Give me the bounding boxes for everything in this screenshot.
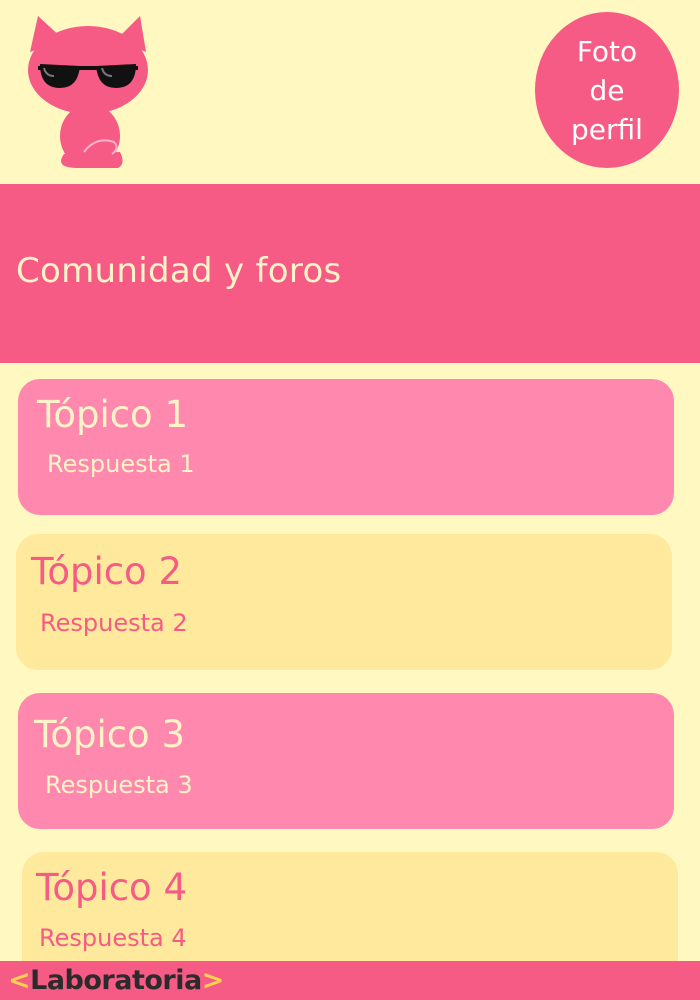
- brand-name: Laboratoria: [30, 964, 202, 996]
- cat-with-sunglasses-icon[interactable]: [24, 14, 154, 172]
- top-header: Foto de perfil: [0, 0, 700, 184]
- profile-photo-label: Foto de perfil: [571, 34, 643, 146]
- laboratoria-logo[interactable]: < Laboratoria >: [8, 962, 224, 998]
- profile-photo-button[interactable]: Foto de perfil: [535, 12, 679, 168]
- app-screen: Foto de perfil Comunidad y foros Tópico …: [0, 0, 700, 1000]
- topic-title: Tópico 2: [31, 550, 182, 593]
- topic-card-2[interactable]: Tópico 2 Respuesta 2: [16, 534, 672, 670]
- topic-card-3[interactable]: Tópico 3 Respuesta 3: [18, 693, 674, 829]
- topic-title: Tópico 3: [34, 713, 185, 756]
- topic-reply: Respuesta 3: [45, 771, 193, 799]
- brand-close-bracket: >: [201, 964, 225, 996]
- topic-title: Tópico 1: [37, 393, 188, 436]
- topic-card-1[interactable]: Tópico 1 Respuesta 1: [18, 379, 674, 515]
- page-title: Comunidad y foros: [16, 251, 342, 291]
- topic-reply: Respuesta 2: [40, 609, 188, 637]
- topic-reply: Respuesta 1: [47, 450, 195, 478]
- topic-reply: Respuesta 4: [39, 924, 187, 952]
- topic-title: Tópico 4: [36, 866, 187, 909]
- brand-open-bracket: <: [8, 964, 31, 996]
